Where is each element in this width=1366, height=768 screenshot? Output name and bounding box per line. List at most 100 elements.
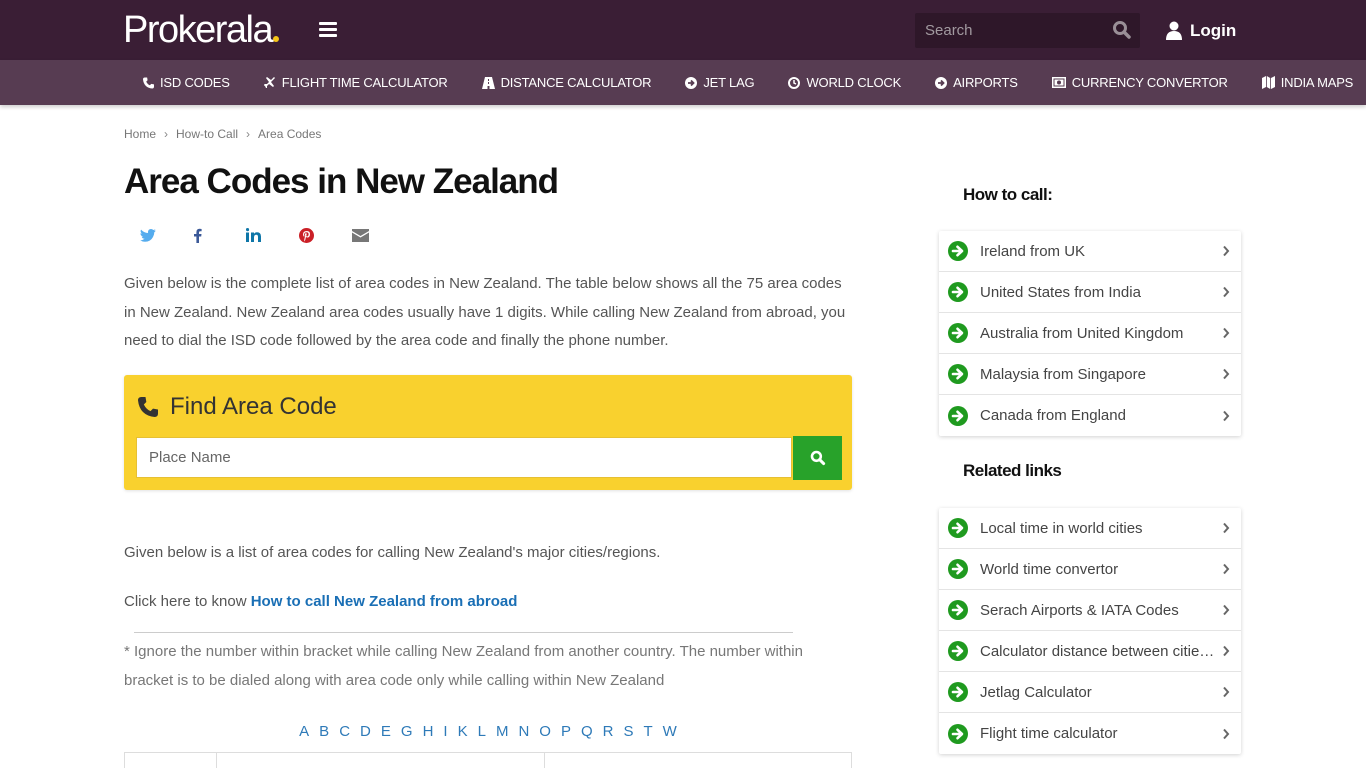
sidebar-link-item[interactable]: United States from India (939, 272, 1241, 313)
share-bar (140, 224, 405, 246)
sidebar-link-label: Flight time calculator (980, 725, 1118, 742)
alphabet-letter-link[interactable]: B (314, 723, 334, 740)
search-box (915, 13, 1140, 48)
alphabet-letter-link[interactable]: R (598, 723, 619, 740)
sidebar-link-item[interactable]: Malaysia from Singapore (939, 354, 1241, 395)
alphabet-letter-link[interactable]: K (453, 723, 473, 740)
nav-item-india-maps[interactable]: INDIA MAPS (1245, 60, 1366, 105)
arrow-right-circle-icon (948, 518, 968, 538)
linkedin-share-button[interactable] (246, 224, 299, 246)
sidebar-link-label: United States from India (980, 283, 1141, 301)
email-share-button[interactable] (352, 224, 405, 246)
alphabet-letter-link[interactable]: O (534, 723, 556, 740)
chevron-right-icon (1223, 728, 1230, 739)
breadcrumb-area-codes[interactable]: Area Codes (258, 127, 321, 141)
plane-icon (263, 76, 275, 88)
nav-item-isd-codes[interactable]: ISD CODES (126, 60, 247, 105)
sidebar-link-item[interactable]: Local time in world cities (939, 508, 1241, 549)
alphabet-letter-link[interactable]: C (334, 723, 355, 740)
how-to-call-line: Click here to know How to call New Zeala… (124, 593, 518, 610)
breadcrumb: Home › How-to Call › Area Codes (124, 127, 321, 141)
chevron-right-icon (1223, 522, 1230, 534)
logo-dot (273, 36, 280, 42)
sidebar-link-item[interactable]: Ireland from UK (939, 231, 1241, 272)
sidebar-link-label: Local time in world cities (980, 519, 1143, 537)
arrow-right-circle-icon (948, 323, 968, 343)
arrow-right-circle-icon (948, 641, 968, 661)
alphabet-letter-link[interactable]: N (513, 723, 534, 740)
sidebar-link-item[interactable]: Jetlag Calculator (939, 672, 1241, 713)
nav-item-distance-calculator[interactable]: DISTANCE CALCULATOR (465, 60, 669, 105)
clock-icon (788, 76, 801, 89)
alphabet-letter-link[interactable]: E (376, 723, 396, 740)
nav-item-world-clock[interactable]: WORLD CLOCK (771, 60, 918, 105)
pinterest-icon (299, 227, 314, 243)
bracket-note: * Ignore the number within bracket while… (124, 643, 803, 689)
alphabet-letter-link[interactable]: S (618, 723, 638, 740)
sidebar-link-item[interactable]: Serach Airports & IATA Codes (939, 590, 1241, 631)
find-area-code-title: Find Area Code (138, 393, 337, 421)
login-button[interactable]: Login (1166, 18, 1236, 44)
search-input[interactable] (915, 13, 1105, 48)
search-icon (810, 450, 825, 466)
related-links-heading: Related links (963, 461, 1062, 480)
breadcrumb-home[interactable]: Home (124, 127, 156, 141)
sidebar-link-item[interactable]: Flight time calculator (939, 713, 1241, 754)
divider (134, 632, 793, 633)
how-to-call-link[interactable]: How to call New Zealand from abroad (251, 593, 518, 610)
sidebar-link-label: Canada from England (980, 407, 1126, 424)
how-to-call-heading: How to call: (963, 185, 1053, 204)
alphabet-letter-link[interactable]: P (556, 723, 576, 740)
logo[interactable]: Prokerala (123, 8, 280, 52)
nav-item-currency-convertor[interactable]: CURRENCY CONVERTOR (1035, 60, 1245, 105)
twitter-icon (140, 228, 156, 242)
alphabet-letter-link[interactable]: H (418, 723, 439, 740)
find-area-code-box: Find Area Code (124, 375, 852, 490)
alphabet-index: ABCDEGHIKLMNOPQRSTW (124, 723, 852, 740)
money-icon (1051, 77, 1066, 88)
sidebar-link-label: Ireland from UK (980, 242, 1086, 260)
chevron-right-icon (1223, 563, 1230, 575)
arrow-right-circle-icon (948, 241, 968, 261)
place-name-input[interactable] (136, 437, 792, 478)
alphabet-letter-link[interactable]: L (473, 723, 491, 740)
alphabet-letter-link[interactable]: I (438, 723, 452, 740)
twitter-share-button[interactable] (140, 224, 193, 246)
arrow-right-circle-icon (948, 600, 968, 620)
alphabet-letter-link[interactable]: M (491, 723, 514, 740)
chevron-right-icon (1223, 327, 1230, 339)
search-icon[interactable] (1112, 20, 1134, 42)
find-search-button[interactable] (793, 436, 842, 480)
linkedin-icon (246, 228, 261, 242)
facebook-icon (194, 228, 202, 243)
pinterest-share-button[interactable] (299, 224, 352, 246)
nav-item-airports[interactable]: AIRPORTS (918, 60, 1035, 105)
email-icon (352, 228, 369, 242)
chevron-right-icon (1223, 604, 1230, 616)
breadcrumb-how-to-call[interactable]: How-to Call (176, 127, 238, 141)
nav-item-flight-time[interactable]: FLIGHT TIME CALCULATOR (247, 60, 465, 105)
sidebar-link-label: Calculator distance between cities... (980, 642, 1215, 660)
alphabet-letter-link[interactable]: W (658, 723, 682, 740)
facebook-share-button[interactable] (193, 224, 246, 246)
chevron-right-icon (1223, 368, 1230, 380)
sidebar-link-label: Australia from United Kingdom (980, 324, 1184, 342)
area-codes-table (124, 752, 852, 768)
menu-icon[interactable] (319, 22, 337, 38)
alphabet-letter-link[interactable]: T (639, 723, 658, 740)
sidebar-link-item[interactable]: Australia from United Kingdom (939, 313, 1241, 354)
sidebar-link-item[interactable]: Calculator distance between cities... (939, 631, 1241, 672)
sidebar-link-item[interactable]: Canada from England (939, 395, 1241, 436)
arrow-circle-icon (685, 76, 698, 89)
alphabet-letter-link[interactable]: G (396, 723, 418, 740)
main-nav: ISD CODES FLIGHT TIME CALCULATOR DISTANC… (0, 60, 1366, 105)
arrow-right-circle-icon (948, 282, 968, 302)
alphabet-letter-link[interactable]: A (294, 723, 314, 740)
user-icon (1166, 21, 1182, 40)
road-icon (481, 76, 495, 89)
alphabet-letter-link[interactable]: Q (576, 723, 598, 740)
sidebar-link-label: World time convertor (980, 560, 1119, 578)
alphabet-letter-link[interactable]: D (355, 723, 376, 740)
sidebar-link-item[interactable]: World time convertor (939, 549, 1241, 590)
nav-item-jet-lag[interactable]: JET LAG (668, 60, 771, 105)
